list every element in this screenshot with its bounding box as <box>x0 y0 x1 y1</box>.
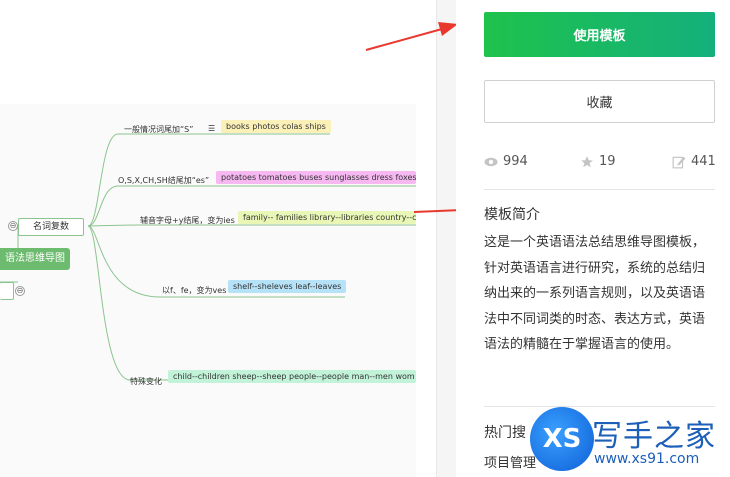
branch-example-3[interactable]: family-- families library--libraries cou… <box>238 211 416 224</box>
branch-rule-2: O,S,X,CH,SH结尾加“es” <box>118 176 210 185</box>
watermark-chinese: 写手之家 <box>592 419 716 454</box>
watermark-logo-icon: XS <box>530 407 594 471</box>
mindmap-preview[interactable]: ⊖ 名词复数 语法思维导图 ⊖ 一般情况词尾加“S” ☰ books photo… <box>0 104 416 477</box>
hot-search-item[interactable]: 项目管理 <box>484 452 536 471</box>
divider <box>484 189 715 190</box>
favorite-button[interactable]: 收藏 <box>484 80 715 123</box>
connector-3 <box>87 224 416 227</box>
root-node[interactable]: 语法思维导图 <box>0 248 70 270</box>
use-template-button[interactable]: 使用模板 <box>484 12 715 57</box>
eye-icon <box>484 157 498 166</box>
branch-rule-1: 一般情况词尾加“S” <box>124 125 194 134</box>
template-preview-panel: ⊖ 名词复数 语法思维导图 ⊖ 一般情况词尾加“S” ☰ books photo… <box>0 0 437 477</box>
branch-example-5[interactable]: child--children sheep--sheep people--peo… <box>168 370 416 383</box>
edits-stat: 441 <box>672 154 716 169</box>
collapse-toggle-2[interactable]: ⊖ <box>15 286 25 296</box>
branch-rule-5: 特殊变化 <box>130 377 162 386</box>
collapsed-node[interactable] <box>0 282 14 300</box>
annotation-arrow-icon <box>365 22 458 51</box>
edit-icon <box>672 156 686 168</box>
branch-example-2[interactable]: potatoes tomatoes buses sunglasses dress… <box>216 171 416 184</box>
collapse-toggle[interactable]: ⊖ <box>8 221 18 231</box>
stats-row: 994 19 441 <box>484 154 716 176</box>
connector-5 <box>87 225 416 381</box>
star-icon <box>581 155 593 167</box>
level1-node[interactable]: 名词复数 <box>18 218 84 236</box>
likes-count: 19 <box>599 154 616 169</box>
branch-rule-3: 辅音字母+y结尾，变为ies <box>140 216 235 225</box>
watermark-url: www.xs91.com <box>594 451 700 467</box>
views-count: 994 <box>503 154 528 169</box>
likes-stat[interactable]: 19 <box>580 154 616 169</box>
branch-rule-4: 以f、fe，变为ves <box>162 286 227 295</box>
intro-title: 模板简介 <box>484 207 540 223</box>
views-stat: 994 <box>484 154 528 169</box>
branch-1-icon: ☰ <box>208 124 216 133</box>
branch-example-1[interactable]: books photos colas ships <box>221 120 331 133</box>
intro-text: 这是一个英语语法总结思维导图模板，针对英语语言进行研究，系统的总结归纳出来的一系… <box>484 235 706 352</box>
watermark-logo: XS 写手之家 www.xs91.com <box>530 405 730 477</box>
edits-count: 441 <box>691 154 716 169</box>
branch-example-4[interactable]: shelf--sheleves leaf--leaves <box>228 280 347 293</box>
hot-search-title: 热门搜 <box>484 425 526 441</box>
